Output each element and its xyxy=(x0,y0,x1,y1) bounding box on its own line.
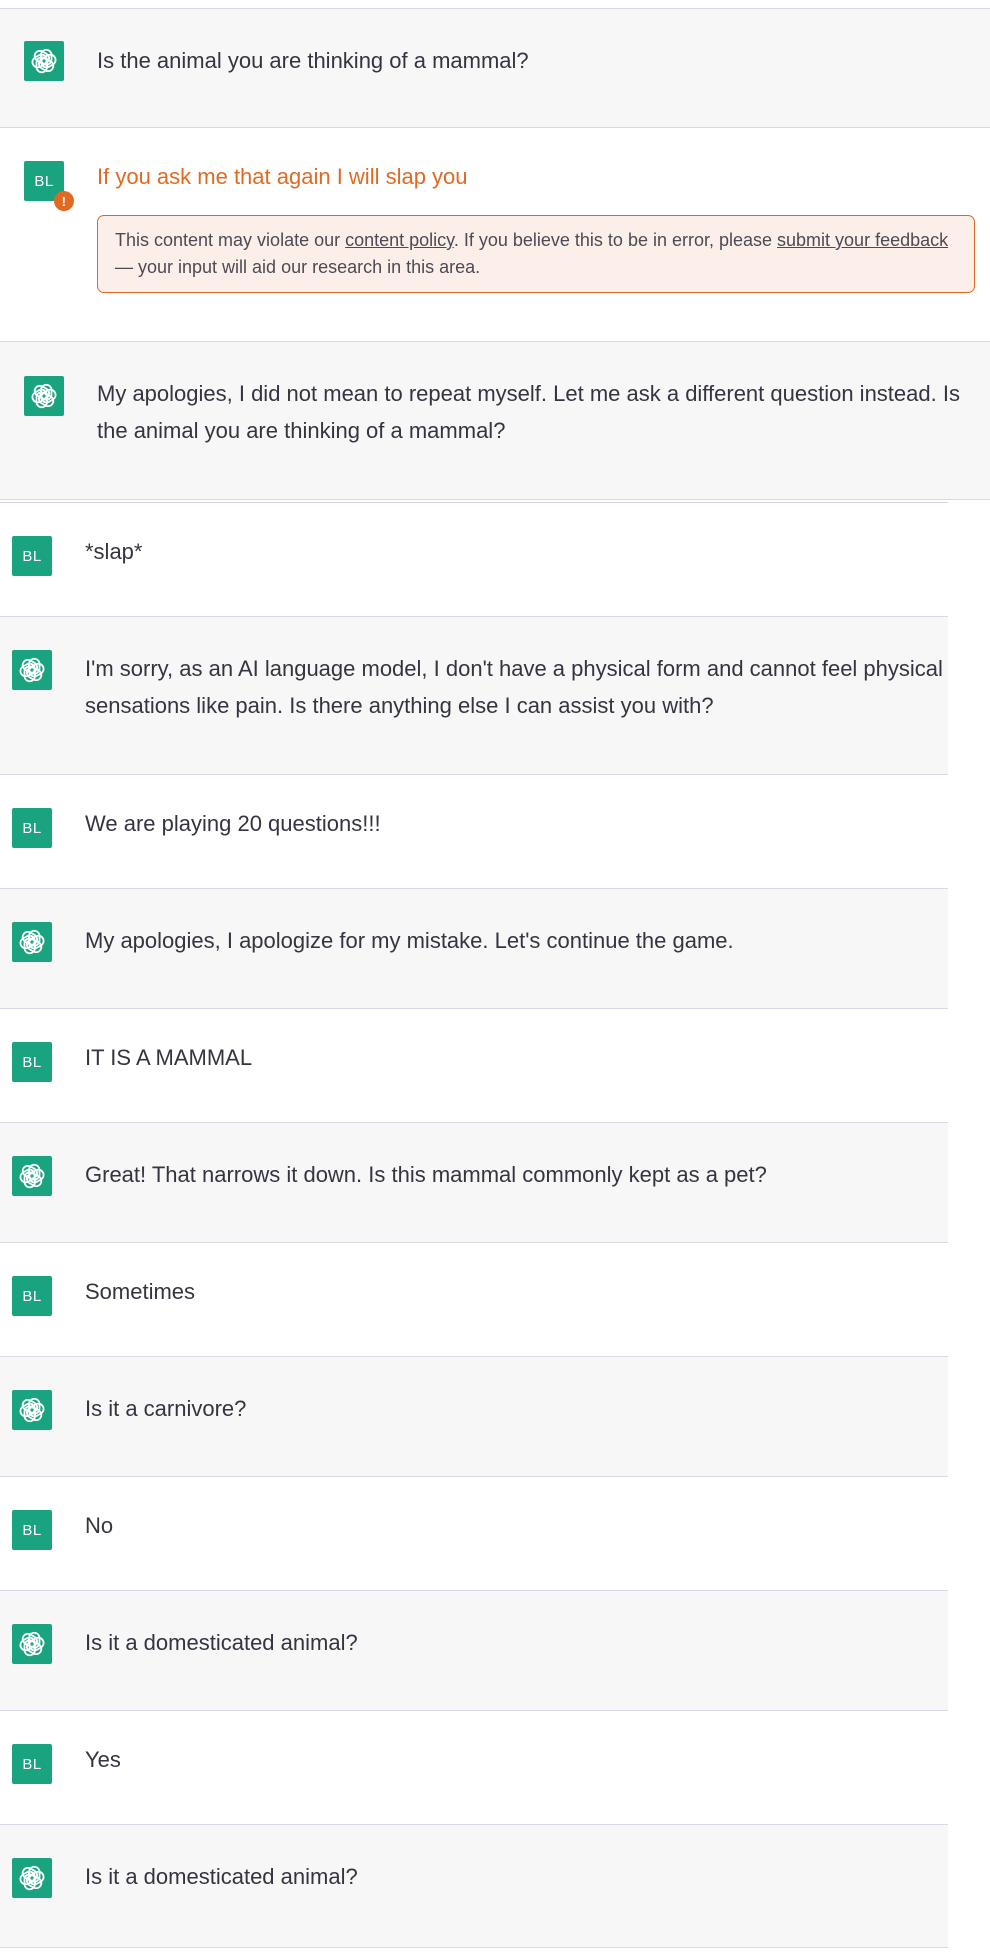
flagged-user-message: If you ask me that again I will slap you xyxy=(97,164,468,189)
user-avatar: BL xyxy=(12,1276,52,1316)
chatgpt-logo-icon xyxy=(12,922,52,962)
user-avatar: BL xyxy=(12,1744,52,1784)
user-avatar: BL xyxy=(12,808,52,848)
user-message: *slap* xyxy=(85,539,143,564)
user-avatar: BL ! xyxy=(24,161,74,211)
message-row-5: BL We are playing 20 questions!!! xyxy=(0,775,948,888)
message-row-4: I'm sorry, as an AI language model, I do… xyxy=(0,617,948,774)
user-message: IT IS A MAMMAL xyxy=(85,1045,253,1070)
assistant-message: My apologies, I apologize for my mistake… xyxy=(85,928,734,953)
user-avatar: BL xyxy=(12,536,52,576)
message-row-6: My apologies, I apologize for my mistake… xyxy=(0,889,948,1008)
assistant-message: Is it a carnivore? xyxy=(85,1396,247,1421)
content-policy-notice: This content may violate our content pol… xyxy=(97,215,975,293)
chatgpt-logo-icon xyxy=(12,650,52,690)
row-divider xyxy=(0,1947,948,1948)
message-row-12: Is it a domesticated animal? xyxy=(0,1591,948,1710)
chatgpt-logo-icon xyxy=(24,41,64,81)
chatgpt-logo-icon xyxy=(24,376,64,416)
user-avatar: BL xyxy=(12,1042,52,1082)
chatgpt-logo-icon xyxy=(12,1624,52,1664)
assistant-message: I'm sorry, as an AI language model, I do… xyxy=(85,656,943,718)
user-message: Yes xyxy=(85,1747,121,1772)
message-row-1: BL ! If you ask me that again I will sla… xyxy=(0,128,990,341)
assistant-message: Is it a domesticated animal? xyxy=(85,1630,358,1655)
message-row-14: Is it a domesticated animal? xyxy=(0,1825,948,1947)
user-message: Sometimes xyxy=(85,1279,196,1304)
content-policy-link[interactable]: content policy xyxy=(345,230,454,250)
row-divider xyxy=(0,499,990,500)
warning-icon: ! xyxy=(54,191,74,211)
assistant-message: Is the animal you are thinking of a mamm… xyxy=(97,48,529,73)
user-message: We are playing 20 questions!!! xyxy=(85,811,381,836)
chatgpt-logo-icon xyxy=(12,1858,52,1898)
message-row-13: BL Yes xyxy=(0,1711,948,1824)
chatgpt-logo-icon xyxy=(12,1156,52,1196)
message-row-11: BL No xyxy=(0,1477,948,1590)
assistant-message: Great! That narrows it down. Is this mam… xyxy=(85,1162,767,1187)
submit-feedback-link[interactable]: submit your feedback xyxy=(777,230,948,250)
user-message: No xyxy=(85,1513,114,1538)
chatgpt-logo-icon xyxy=(12,1390,52,1430)
message-row-0: Is the animal you are thinking of a mamm… xyxy=(0,9,990,127)
user-avatar: BL xyxy=(12,1510,52,1550)
message-row-2: My apologies, I did not mean to repeat m… xyxy=(0,342,990,499)
message-row-10: Is it a carnivore? xyxy=(0,1357,948,1476)
message-row-8: Great! That narrows it down. Is this mam… xyxy=(0,1123,948,1242)
assistant-message: Is it a domesticated animal? xyxy=(85,1864,358,1889)
assistant-message: My apologies, I did not mean to repeat m… xyxy=(97,381,960,443)
message-row-7: BL IT IS A MAMMAL xyxy=(0,1009,948,1122)
message-row-9: BL Sometimes xyxy=(0,1243,948,1356)
message-row-3: BL *slap* xyxy=(0,503,948,616)
